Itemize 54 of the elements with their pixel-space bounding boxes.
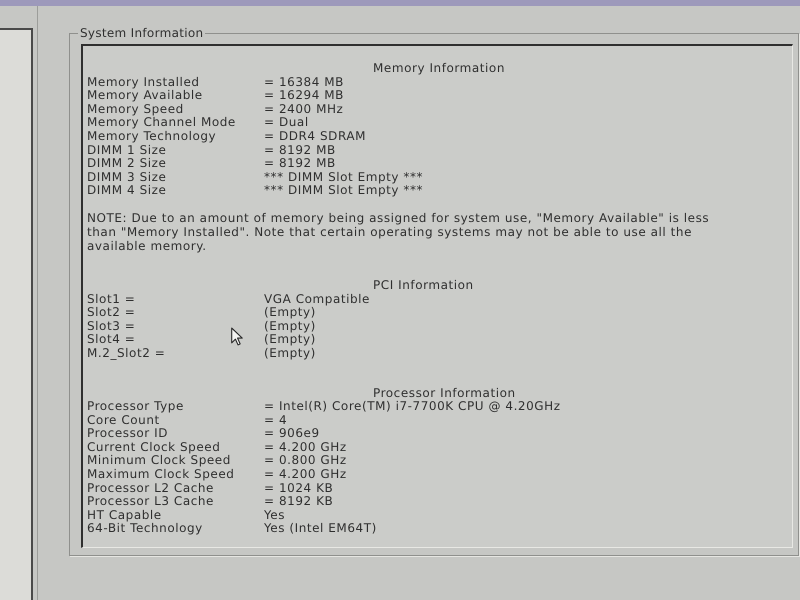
field-label: M.2_Slot2 = [87, 346, 166, 360]
section-heading: Processor Information [373, 386, 516, 400]
field-label: Minimum Clock Speed [87, 454, 231, 468]
field-value: = 4 [264, 414, 288, 428]
field-label: Slot2 = [87, 306, 136, 320]
field-value: VGA Compatible [264, 292, 370, 306]
field-value: = 1024 KB [264, 482, 334, 496]
field-value: = DDR4 SDRAM [264, 130, 366, 144]
field-label: Memory Available [87, 89, 203, 103]
field-value: = 0.800 GHz [264, 454, 347, 468]
field-label: DIMM 2 Size [87, 157, 166, 171]
field-value: *** DIMM Slot Empty *** [264, 184, 424, 198]
cursor-icon [230, 327, 244, 346]
field-label: Memory Channel Mode [87, 116, 236, 130]
field-label: HT Capable [87, 508, 162, 522]
field-value: = 4.200 GHz [264, 468, 347, 482]
field-label: Slot4 = [87, 333, 136, 347]
field-value: = Intel(R) Core(TM) i7-7700K CPU @ 4.20GHz [264, 400, 561, 414]
field-value: (Empty) [264, 306, 316, 320]
field-label: Processor L2 Cache [87, 482, 214, 496]
field-value: (Empty) [264, 333, 316, 347]
field-value: Yes [264, 508, 286, 522]
field-label: Maximum Clock Speed [87, 468, 234, 482]
field-value: = Dual [264, 116, 309, 130]
field-value: = 906e9 [264, 427, 320, 441]
field-label: Memory Technology [87, 130, 216, 144]
field-value: = 8192 KB [264, 495, 334, 509]
field-value: (Empty) [264, 346, 316, 360]
field-label: DIMM 3 Size [87, 170, 166, 184]
field-label: DIMM 4 Size [87, 184, 166, 198]
field-label: Processor Type [87, 400, 184, 414]
field-value: = 16294 MB [264, 89, 344, 103]
field-value: = 8192 MB [264, 144, 336, 158]
section-heading: Memory Information [373, 62, 505, 76]
field-label: Processor L3 Cache [87, 495, 214, 509]
field-label: Memory Speed [87, 102, 184, 116]
field-value: = 4.200 GHz [264, 440, 347, 454]
note-text: NOTE: Due to an amount of memory being assigned for system use, "Memory Available" is less than "Memory Installed". Note that certain operating systems may not be able to use all the available memory. [87, 210, 710, 253]
field-label: Memory Installed [87, 76, 200, 90]
field-label: Slot1 = [87, 292, 136, 306]
section-heading: PCI Information [373, 278, 474, 293]
field-value: = 8192 MB [264, 157, 336, 171]
field-label: Slot3 = [87, 320, 136, 334]
field-label: 64-Bit Technology [87, 522, 203, 536]
field-label: Processor ID [87, 427, 168, 441]
field-value: (Empty) [264, 320, 316, 334]
field-label: Current Clock Speed [87, 440, 220, 454]
field-label: Core Count [87, 414, 160, 428]
field-value: Yes (Intel EM64T) [264, 522, 377, 536]
field-value: = 2400 MHz [264, 102, 344, 116]
field-value: *** DIMM Slot Empty *** [264, 170, 424, 184]
field-value: = 16384 MB [264, 76, 344, 90]
field-label: DIMM 1 Size [87, 144, 166, 158]
group-title: System Information [79, 26, 204, 40]
